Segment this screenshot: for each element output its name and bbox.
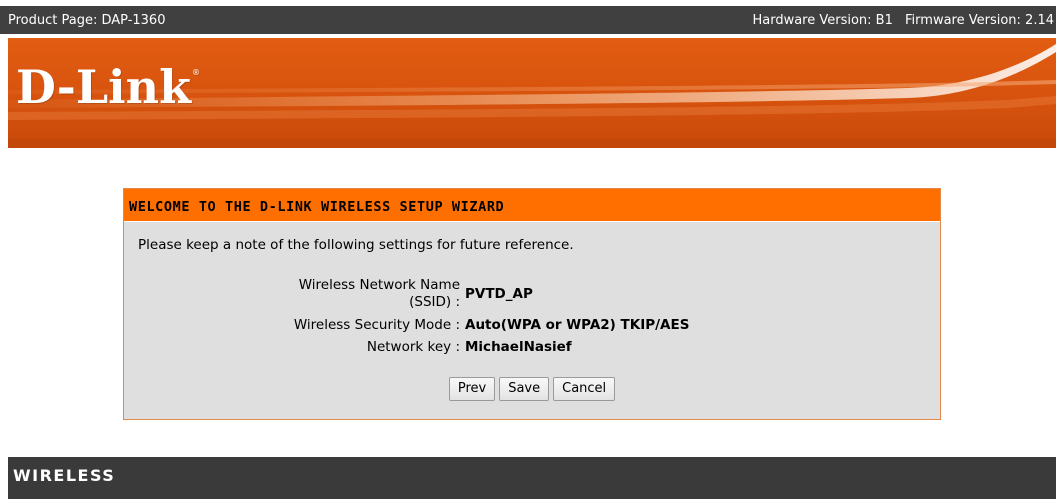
cancel-button[interactable]: Cancel — [553, 377, 616, 401]
network-key-row: Network key : MichaelNasief — [124, 339, 940, 357]
security-mode-value: Auto(WPA or WPA2) TKIP/AES — [465, 317, 690, 333]
save-button[interactable]: Save — [499, 377, 550, 401]
wireless-section-title: WIRELESS — [13, 466, 116, 485]
page: Product Page: DAP-1360 Hardware Version:… — [0, 0, 1056, 499]
prev-button[interactable]: Prev — [448, 377, 496, 401]
product-page-label: Product Page: DAP-1360 — [8, 13, 166, 28]
wizard-title: WELCOME TO THE D-LINK WIRELESS SETUP WIZ… — [124, 189, 940, 222]
security-mode-row: Wireless Security Mode : Auto(WPA or WPA… — [124, 317, 940, 335]
dlink-banner: D-Link® — [8, 38, 1056, 148]
ssid-label: Wireless Network Name (SSID) : — [298, 277, 460, 310]
wireless-section-bar: WIRELESS — [8, 457, 1056, 499]
top-info-bar: Product Page: DAP-1360 Hardware Version:… — [0, 6, 1056, 36]
wizard-buttons: Prev Save Cancel — [124, 377, 940, 401]
wizard-note: Please keep a note of the following sett… — [138, 237, 574, 253]
firmware-version: Firmware Version: 2.14 — [905, 13, 1054, 28]
network-key-value: MichaelNasief — [465, 339, 572, 355]
setup-wizard-panel: WELCOME TO THE D-LINK WIRELESS SETUP WIZ… — [123, 188, 941, 420]
ssid-row: Wireless Network Name (SSID) : PVTD_AP — [124, 277, 940, 313]
dlink-logo: D-Link® — [16, 60, 200, 114]
hardware-version: Hardware Version: B1 — [752, 13, 893, 28]
security-mode-label: Wireless Security Mode : — [293, 317, 460, 333]
network-key-label: Network key : — [366, 339, 460, 355]
version-info: Hardware Version: B1 Firmware Version: 2… — [752, 6, 1054, 36]
ssid-value: PVTD_AP — [465, 286, 533, 302]
